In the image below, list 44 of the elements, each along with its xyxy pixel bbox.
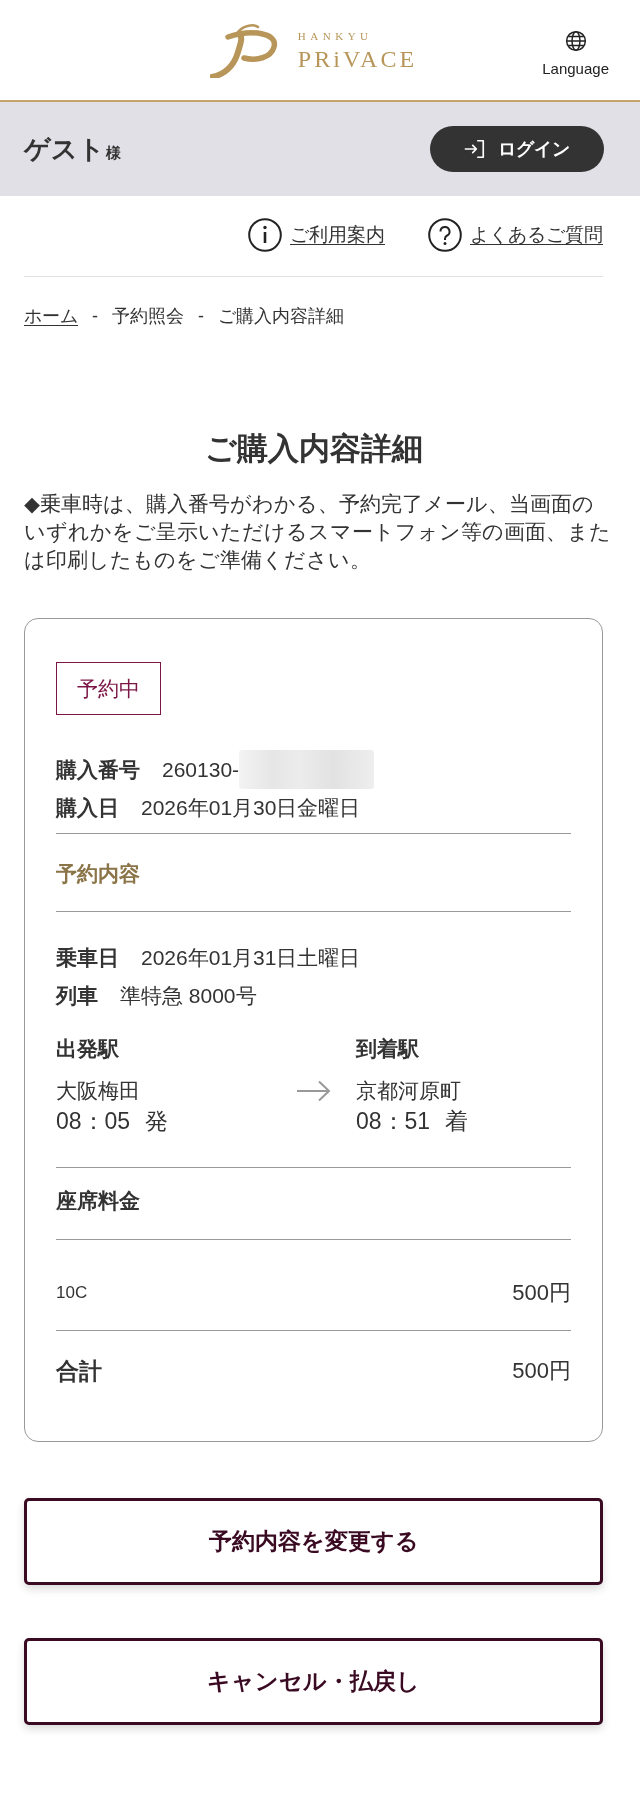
station-name: 大阪梅田 — [56, 1078, 141, 1104]
station-label: 出発駅 — [56, 1036, 120, 1062]
field-value: 260130- — [162, 756, 240, 783]
language-button[interactable]: Language — [542, 29, 609, 77]
section-heading: 座席料金 — [56, 1188, 141, 1214]
help-link[interactable]: よくあるご質問 — [428, 218, 603, 252]
notice-text: ◆乗車時は、購入番号がわかる、予約完了メール、当画面のいずれかをご呈示いただけるスマートフォン等の画面、または印刷したものをご準備ください。 — [24, 491, 612, 573]
price-value: 500円 — [512, 1279, 571, 1307]
seat-number: 10C — [56, 1282, 88, 1304]
page-title: ご購入内容詳細 — [203, 430, 424, 468]
arrival-time: 08：51 着 — [356, 1107, 469, 1136]
login-button[interactable]: ログイン — [430, 126, 604, 172]
status-badge: 予約中 — [56, 662, 161, 715]
station-name: 京都河原町 — [356, 1078, 462, 1104]
login-icon — [464, 138, 486, 160]
field-label: 購入日 — [56, 795, 119, 821]
station-label: 到着駅 — [356, 1036, 420, 1062]
breadcrumb-item: ご購入内容詳細 — [218, 305, 344, 328]
breadcrumb-separator: - — [198, 305, 204, 328]
field-value: 2026年01月30日金曜日 — [141, 795, 361, 821]
honorific-label: 様 — [106, 143, 121, 163]
swoosh-logo-icon — [209, 23, 278, 78]
section-heading: 予約内容 — [56, 861, 141, 887]
departure-time: 08：05 発 — [56, 1107, 169, 1136]
globe-icon — [564, 29, 587, 52]
breadcrumb-link[interactable]: ホーム — [24, 304, 78, 328]
breadcrumb-separator: - — [92, 305, 98, 328]
breadcrumb-item: 予約照会 — [112, 305, 184, 328]
field-label: 購入番号 — [56, 756, 140, 783]
guest-name: ゲスト — [24, 132, 105, 166]
help-link[interactable]: ご利用案内 — [248, 218, 385, 252]
field-label: 列車 — [56, 983, 98, 1009]
total-value: 500円 — [512, 1357, 571, 1385]
total-label: 合計 — [56, 1357, 102, 1386]
action-button[interactable]: キャンセル・払戻し — [24, 1638, 603, 1725]
action-button[interactable]: 予約内容を変更する — [24, 1498, 603, 1585]
field-value: 2026年01月31日土曜日 — [141, 945, 361, 971]
field-value: 準特急 8000号 — [120, 983, 257, 1009]
field-label: 乗車日 — [56, 945, 119, 971]
brand-subtitle: HANKYU — [297, 30, 374, 42]
info-icon — [248, 218, 282, 252]
arrow-right-icon — [296, 1080, 331, 1102]
brand-name: PRiVACE — [297, 47, 418, 71]
help-icon — [428, 218, 462, 252]
